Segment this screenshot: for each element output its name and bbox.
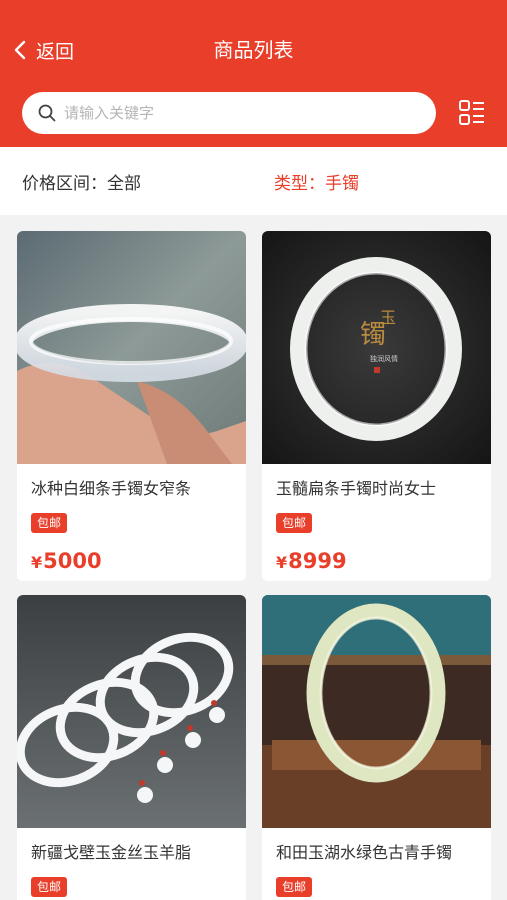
product-card[interactable]: 新疆戈壁玉金丝玉羊脂 包邮: [17, 595, 246, 900]
free-shipping-badge: 包邮: [276, 877, 313, 897]
search-box[interactable]: [22, 92, 436, 134]
list-view-icon[interactable]: [458, 99, 486, 127]
product-grid: 冰种白细条手镯女窄条 包邮 ¥5000 镯 玉 独润风情 玉髓扁条手镯时尚女士: [0, 215, 507, 900]
product-image-icy-white-bangle: [17, 231, 246, 464]
price-value: 5000: [43, 549, 102, 573]
free-shipping-badge: 包邮: [31, 513, 68, 533]
page-title: 商品列表: [213, 38, 294, 62]
product-name: 玉髓扁条手镯时尚女士: [276, 479, 437, 498]
product-card[interactable]: 和田玉湖水绿色古青手镯 包邮: [262, 595, 491, 900]
header-bar: 返回 商品列表: [0, 0, 507, 147]
product-price: ¥8999: [276, 549, 347, 573]
price-value: 8999: [288, 549, 347, 573]
svg-text:独润风情: 独润风情: [370, 354, 398, 363]
svg-text:玉: 玉: [380, 308, 396, 327]
product-card[interactable]: 镯 玉 独润风情 玉髓扁条手镯时尚女士 包邮 ¥8999: [262, 231, 491, 581]
product-name: 和田玉湖水绿色古青手镯: [276, 843, 453, 862]
currency-symbol: ¥: [31, 553, 43, 572]
search-input[interactable]: [64, 104, 404, 122]
product-name: 冰种白细条手镯女窄条: [31, 479, 192, 498]
price-range-filter[interactable]: 价格区间：全部: [22, 169, 141, 194]
product-image-hetian-jade-bangle: [262, 595, 491, 828]
product-price: ¥5000: [31, 549, 102, 573]
currency-symbol: ¥: [276, 553, 288, 572]
search-icon: [38, 104, 56, 122]
type-filter[interactable]: 类型：手镯: [274, 169, 359, 194]
free-shipping-badge: 包邮: [31, 877, 68, 897]
product-card[interactable]: 冰种白细条手镯女窄条 包邮 ¥5000: [17, 231, 246, 581]
product-image-chalcedony-bangle: 镯 玉 独润风情: [262, 231, 491, 464]
filter-bar: 价格区间：全部 类型：手镯: [0, 147, 507, 215]
product-image-gobi-jade-bangles: [17, 595, 246, 828]
free-shipping-badge: 包邮: [276, 513, 313, 533]
product-name: 新疆戈壁玉金丝玉羊脂: [31, 843, 192, 862]
